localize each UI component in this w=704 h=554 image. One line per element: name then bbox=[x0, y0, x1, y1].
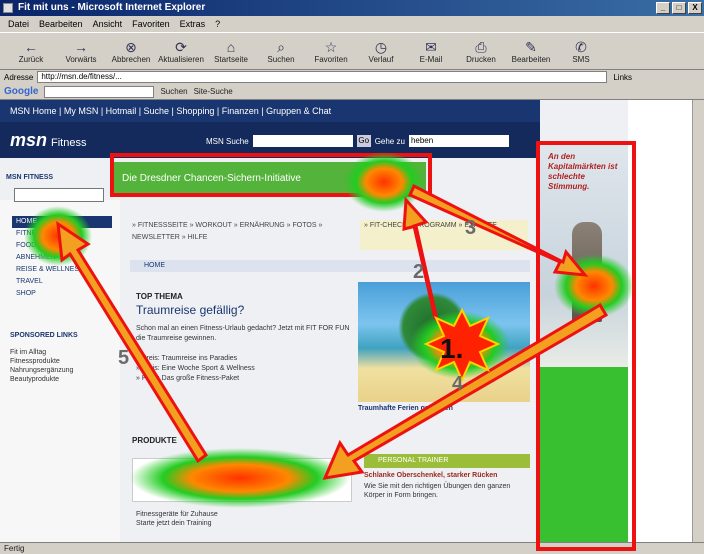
msn-header: msn Fitness MSN Suche Go Gehe zu heben bbox=[0, 122, 540, 158]
jump-select[interactable]: heben bbox=[408, 135, 509, 147]
leftnav-item-abnehmen[interactable]: ABNEHMEN bbox=[12, 252, 112, 264]
address-bar: Adresse http://msn.de/fitness/... Links bbox=[0, 70, 704, 84]
jump-label: Gehe zu bbox=[374, 136, 405, 146]
menu-extras[interactable]: Extras bbox=[180, 16, 206, 32]
back-button[interactable]: ← Zurück bbox=[6, 33, 56, 69]
ie-icon bbox=[3, 3, 13, 13]
ad-text: An den Kapitalmärkten ist schlechte Stim… bbox=[548, 152, 618, 191]
msn-logo[interactable]: msn Fitness bbox=[10, 130, 86, 151]
mail-icon: ✉ bbox=[425, 38, 437, 55]
sub-nav-secondary[interactable]: » FIT-CHECK » PROGRAMM » EXPERTE bbox=[360, 220, 528, 250]
msn-top-nav[interactable]: MSN Home | My MSN | Hotmail | Suche | Sh… bbox=[0, 100, 540, 122]
refresh-button[interactable]: ⟳ Aktualisieren bbox=[156, 33, 206, 69]
dresdner-banner[interactable]: Die Dresdner Chancen-Sichern-Initiative bbox=[114, 162, 426, 196]
page-right-margin bbox=[628, 100, 692, 542]
leftnav-item-fitness[interactable]: FITNESS bbox=[12, 228, 112, 240]
leftnav-item-home[interactable]: HOME bbox=[12, 216, 112, 228]
palm-tree bbox=[398, 292, 468, 362]
stop-button[interactable]: ⊗ Abbrechen bbox=[106, 33, 156, 69]
favorites-button[interactable]: ☆ Favoriten bbox=[306, 33, 356, 69]
produkte-label: PRODUKTE bbox=[132, 436, 177, 445]
search-icon: ⌕ bbox=[277, 38, 285, 55]
back-arrow-icon: ← bbox=[24, 38, 38, 55]
status-bar: Fertig bbox=[0, 542, 704, 554]
search-button[interactable]: ⌕ Suchen bbox=[256, 33, 306, 69]
browser-toolbar: ← Zurück → Vorwärts ⊗ Abbrechen ⟳ Aktualisie… bbox=[0, 32, 704, 70]
top-thema-label: TOP THEMA bbox=[136, 292, 183, 301]
google-toolbar: Google Suchen Site-Suche bbox=[0, 84, 704, 100]
top-thema-body: Schon mal an einen Fitness-Urlaub gedach… bbox=[136, 325, 350, 342]
history-icon: ◷ bbox=[374, 38, 388, 55]
history-button[interactable]: ◷ Verlauf bbox=[356, 33, 406, 69]
home-icon: ⌂ bbox=[226, 38, 236, 55]
leftnav-item-food[interactable]: FOOD bbox=[12, 240, 112, 252]
web-page: MSN Home | My MSN | Hotmail | Suche | Sh… bbox=[0, 100, 692, 542]
beach-caption[interactable]: Traumhafte Ferien gewinnen bbox=[358, 404, 508, 413]
produkte-text[interactable]: Fitnessgeräte für Zuhause Starte jetzt d… bbox=[136, 510, 356, 528]
menu-favoriten[interactable]: Favoriten bbox=[132, 16, 170, 32]
menu-datei[interactable]: Datei bbox=[8, 16, 29, 32]
forward-button[interactable]: → Vorwärts bbox=[56, 33, 106, 69]
window-titlebar: Fit mit uns - Microsoft Internet Explore… bbox=[0, 0, 704, 16]
personal-trainer-title[interactable]: Schlanke Oberschenkel, starker Rücken bbox=[364, 472, 497, 479]
sponsored-links[interactable]: Fit im Alltag Fitnessprodukte Nahrungser… bbox=[10, 348, 114, 384]
top-thema-list[interactable]: » Preis: Traumreise ins Paradies » Preis… bbox=[136, 354, 352, 384]
menu-bar: Datei Bearbeiten Ansicht Favoriten Extra… bbox=[0, 16, 704, 32]
menu-bearbeiten[interactable]: Bearbeiten bbox=[39, 16, 83, 32]
print-button[interactable]: ⎙ Drucken bbox=[456, 33, 506, 69]
google-logo: Google bbox=[4, 86, 39, 97]
leftnav-item-shop[interactable]: SHOP bbox=[12, 288, 112, 300]
links-label[interactable]: Links bbox=[613, 73, 632, 82]
refresh-icon: ⟳ bbox=[175, 38, 187, 55]
msn-search: MSN Suche Go Gehe zu heben bbox=[206, 135, 509, 147]
leftnav-item-reise[interactable]: REISE & WELLNESS bbox=[12, 264, 112, 276]
maximize-button[interactable]: □ bbox=[672, 2, 686, 14]
sms-button[interactable]: ✆ SMS bbox=[556, 33, 606, 69]
ad-figure bbox=[572, 222, 602, 322]
msn-search-label: MSN Suche bbox=[206, 136, 249, 146]
produkte-box[interactable] bbox=[132, 458, 352, 502]
msn-go-button[interactable]: Go bbox=[356, 135, 371, 147]
forward-arrow-icon: → bbox=[74, 38, 88, 55]
left-search-heading: MSN FITNESS bbox=[6, 174, 54, 181]
right-ad-banner[interactable]: An den Kapitalmärkten ist schlechte Stim… bbox=[538, 144, 628, 542]
printer-icon: ⎙ bbox=[475, 38, 487, 55]
window-title: Fit mit uns - Microsoft Internet Explore… bbox=[18, 2, 206, 13]
stop-icon: ⊗ bbox=[125, 38, 137, 55]
close-button[interactable]: X bbox=[688, 2, 702, 14]
sub-nav[interactable]: » FITNESSSEITE » WORKOUT » ERNÄHRUNG » F… bbox=[132, 220, 350, 244]
beach-image[interactable] bbox=[358, 282, 530, 402]
minimize-button[interactable]: _ bbox=[656, 2, 670, 14]
home-bar[interactable]: HOME bbox=[130, 260, 530, 272]
google-search-input[interactable] bbox=[44, 85, 155, 98]
left-nav: HOME FITNESS FOOD ABNEHMEN REISE & WELLN… bbox=[12, 216, 112, 300]
msn-search-input[interactable] bbox=[252, 135, 353, 147]
top-thema-title[interactable]: Traumreise gefällig? bbox=[136, 303, 244, 317]
vertical-scrollbar[interactable] bbox=[692, 100, 704, 542]
sms-icon: ✆ bbox=[575, 38, 587, 55]
menu-help[interactable]: ? bbox=[215, 16, 220, 32]
google-site-search[interactable]: Site-Suche bbox=[194, 87, 233, 96]
edit-icon: ✎ bbox=[525, 38, 537, 55]
personal-trainer-head: PERSONAL TRAINER bbox=[364, 454, 530, 468]
left-search-input[interactable] bbox=[14, 188, 104, 202]
address-field[interactable]: http://msn.de/fitness/... bbox=[37, 71, 608, 83]
star-icon: ☆ bbox=[324, 38, 338, 55]
personal-trainer-body: Wie Sie mit den richtigen Übungen den ga… bbox=[364, 483, 511, 499]
google-search-button[interactable]: Suchen bbox=[160, 87, 187, 96]
home-button[interactable]: ⌂ Startseite bbox=[206, 33, 256, 69]
sponsored-heading: SPONSORED LINKS bbox=[10, 332, 78, 339]
edit-button[interactable]: ✎ Bearbeiten bbox=[506, 33, 556, 69]
leftnav-item-travel[interactable]: TRAVEL bbox=[12, 276, 112, 288]
mail-button[interactable]: ✉ E-Mail bbox=[406, 33, 456, 69]
menu-ansicht[interactable]: Ansicht bbox=[93, 16, 123, 32]
address-label: Adresse bbox=[4, 72, 34, 82]
